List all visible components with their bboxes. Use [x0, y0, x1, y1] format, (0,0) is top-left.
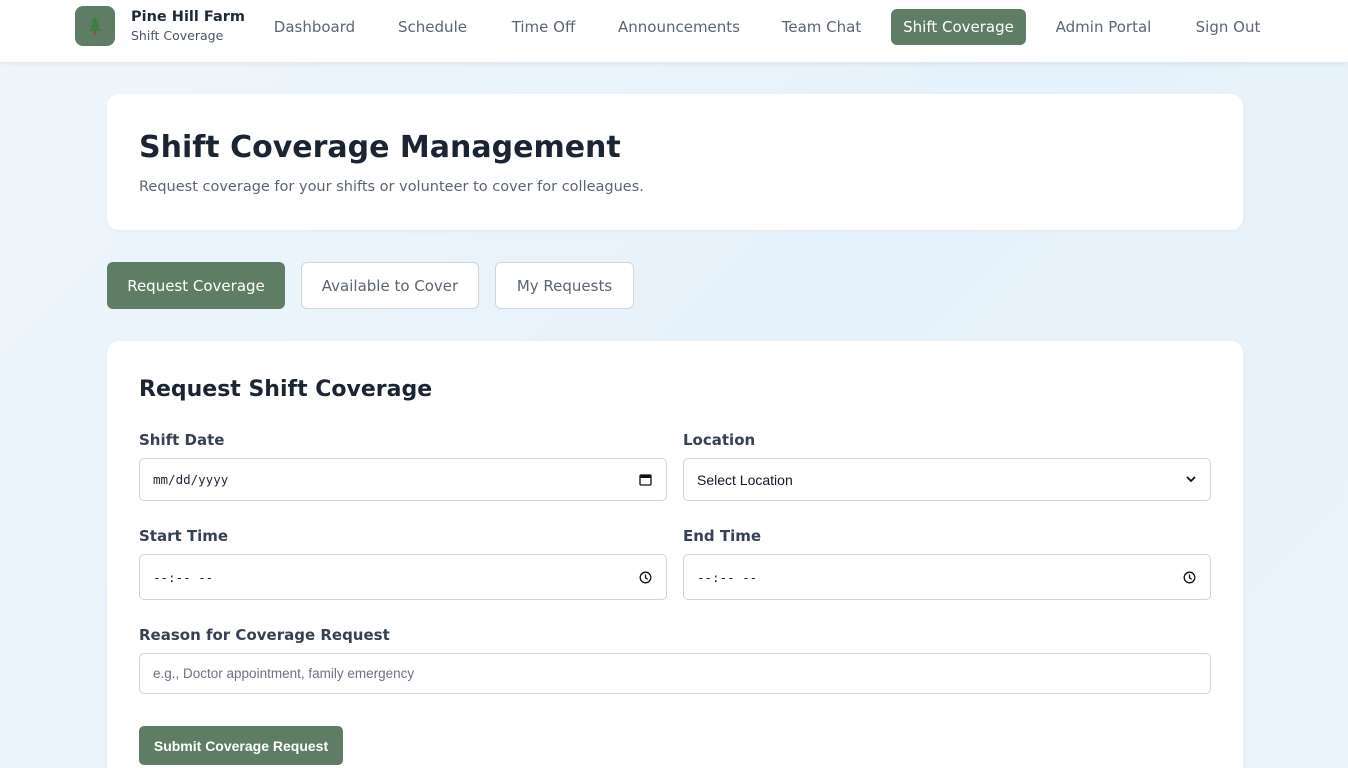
end-time-label: End Time: [683, 527, 762, 545]
clock-icon[interactable]: [1183, 571, 1196, 584]
page-header-card: Shift Coverage Management Request covera…: [107, 94, 1243, 230]
nav-admin-portal[interactable]: Admin Portal: [1043, 9, 1164, 45]
start-time-input[interactable]: --:-- --: [139, 554, 667, 600]
page-title: Shift Coverage Management: [139, 130, 621, 165]
nav-announcements[interactable]: Announcements: [606, 9, 752, 45]
reason-placeholder: e.g., Doctor appointment, family emergen…: [153, 666, 415, 681]
brand-name: Pine Hill Farm: [131, 9, 245, 25]
end-time-value: --:-- --: [697, 569, 758, 585]
shift-date-label: Shift Date: [139, 431, 225, 449]
submit-coverage-request-button[interactable]: Submit Coverage Request: [139, 726, 343, 765]
location-selected-value: Select Location: [697, 471, 793, 488]
shift-date-input[interactable]: mm/dd/yyyy: [139, 458, 667, 501]
end-time-input[interactable]: --:-- --: [683, 554, 1211, 600]
start-time-value: --:-- --: [153, 569, 214, 585]
pine-tree-icon: [75, 6, 115, 46]
tab-available-to-cover[interactable]: Available to Cover: [301, 262, 479, 309]
nav-schedule[interactable]: Schedule: [385, 9, 480, 45]
calendar-icon[interactable]: [639, 473, 652, 486]
brand[interactable]: Pine Hill Farm Shift Coverage: [75, 6, 245, 46]
shift-date-value: mm/dd/yyyy: [153, 472, 229, 487]
location-select[interactable]: Select Location: [683, 458, 1211, 501]
brand-subtitle: Shift Coverage: [131, 28, 224, 43]
nav-sign-out[interactable]: Sign Out: [1181, 9, 1275, 45]
nav-team-chat[interactable]: Team Chat: [769, 9, 874, 45]
clock-icon[interactable]: [639, 571, 652, 584]
top-navigation-bar: Pine Hill Farm Shift Coverage Dashboard …: [0, 0, 1348, 62]
tab-request-coverage[interactable]: Request Coverage: [107, 262, 285, 309]
form-title: Request Shift Coverage: [139, 377, 433, 402]
page-subtitle: Request coverage for your shifts or volu…: [139, 179, 644, 195]
nav-dashboard[interactable]: Dashboard: [261, 9, 368, 45]
nav-time-off[interactable]: Time Off: [497, 9, 590, 45]
tab-my-requests[interactable]: My Requests: [495, 262, 634, 309]
start-time-label: Start Time: [139, 527, 229, 545]
nav-shift-coverage[interactable]: Shift Coverage: [891, 9, 1026, 45]
chevron-down-icon: [1186, 476, 1196, 483]
location-label: Location: [683, 431, 756, 449]
reason-input[interactable]: e.g., Doctor appointment, family emergen…: [139, 653, 1211, 694]
reason-label: Reason for Coverage Request: [139, 626, 390, 644]
request-coverage-form: Request Shift Coverage Shift Date mm/dd/…: [107, 341, 1243, 768]
brand-text: Pine Hill Farm Shift Coverage: [131, 7, 245, 45]
